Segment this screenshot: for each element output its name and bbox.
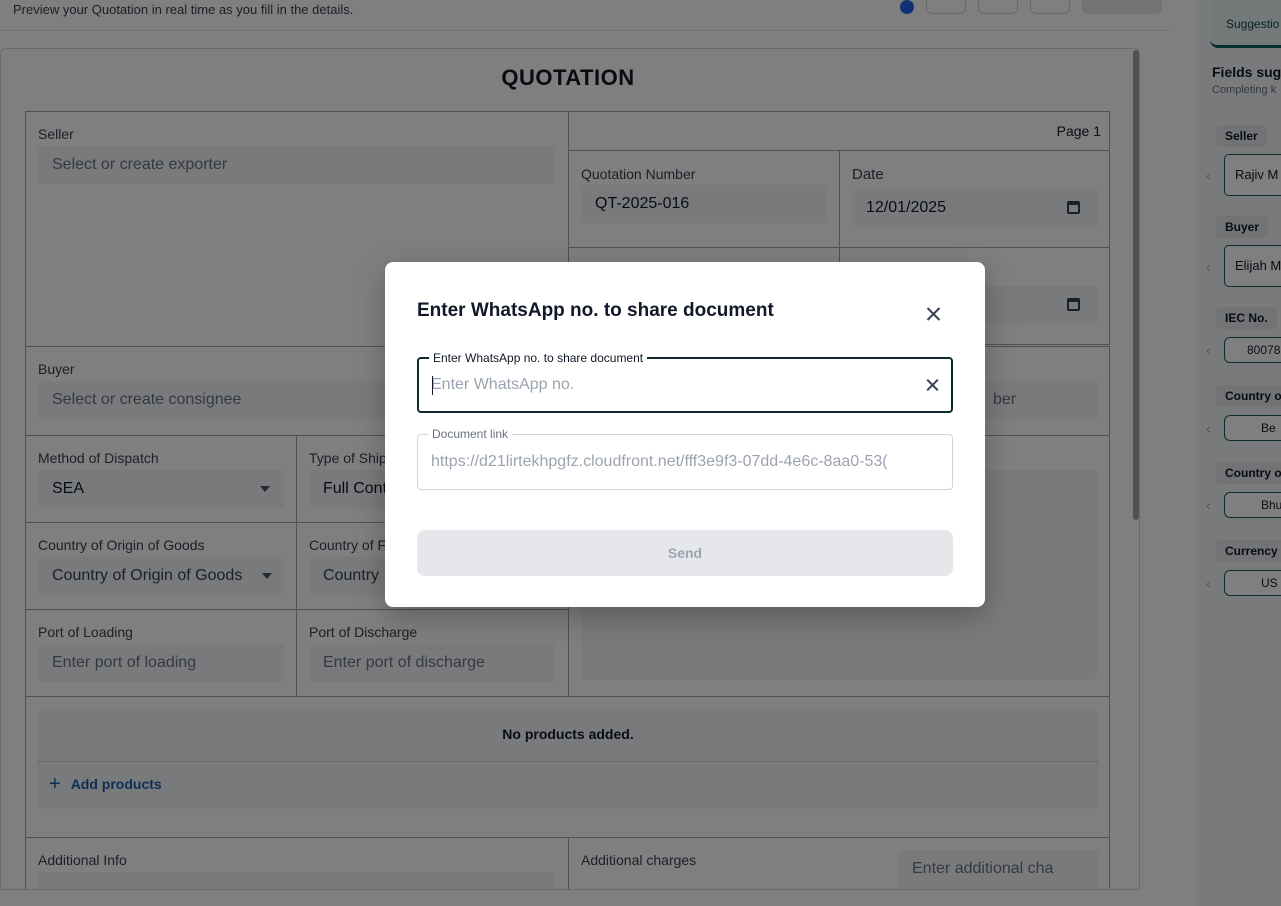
document-link-value[interactable]: https://d21lirtekhpgfz.cloudfront.net/ff… (431, 453, 939, 471)
clear-input-button[interactable] (923, 375, 943, 395)
whatsapp-field-legend: Enter WhatsApp no. to share document (429, 351, 648, 365)
close-button[interactable] (921, 302, 945, 326)
document-link-legend: Document link (428, 427, 513, 441)
document-link-field: Document link https://d21lirtekhpgfz.clo… (417, 427, 953, 490)
share-whatsapp-modal: Enter WhatsApp no. to share document Ent… (385, 262, 985, 607)
whatsapp-number-input[interactable] (431, 370, 911, 400)
whatsapp-number-field: Enter WhatsApp no. to share document (417, 351, 953, 413)
modal-title: Enter WhatsApp no. to share document (417, 300, 774, 321)
send-button[interactable]: Send (417, 530, 953, 576)
text-cursor (432, 376, 433, 395)
